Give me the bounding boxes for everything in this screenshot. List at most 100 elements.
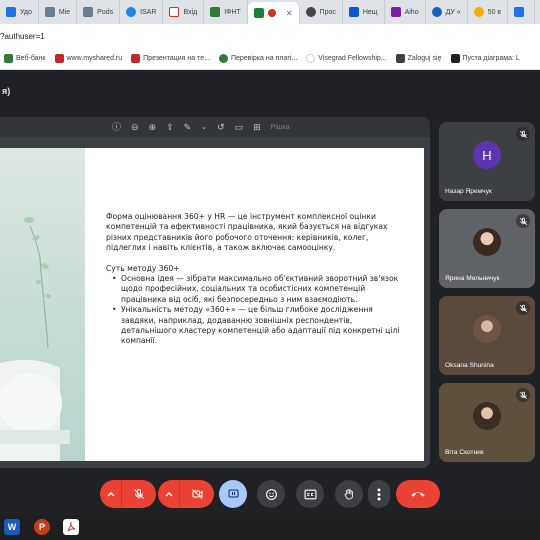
mic-off-button[interactable] xyxy=(122,480,156,508)
draw-icon[interactable]: ✎ xyxy=(184,122,192,132)
tab-favicon-icon xyxy=(431,7,442,17)
pdf-toolbar: ⓘ ⊖ ⊕ ⇪ ✎ ⌄ ↺ ▭ ⊞ Рішка xyxy=(0,117,430,137)
bookmark-item[interactable]: Веб-банк xyxy=(4,54,46,63)
emoji-button[interactable] xyxy=(257,480,285,508)
slide-page: Форма оцінювання 360+ у HR — це інструме… xyxy=(85,148,424,461)
avatar xyxy=(473,402,501,430)
tab-favicon-icon xyxy=(348,7,359,17)
browser-tab[interactable]: Pods xyxy=(77,0,121,24)
bookmark-item[interactable]: Zaloguj się xyxy=(395,54,442,63)
captions-button[interactable] xyxy=(296,480,324,508)
recording-icon xyxy=(267,9,276,17)
browser-tab[interactable]: Mie xyxy=(39,0,78,24)
bookmark-item[interactable]: Перевірка на плагі... xyxy=(218,54,297,63)
mic-off-icon xyxy=(516,388,530,402)
camera-off-icon xyxy=(191,489,202,499)
tab-favicon-icon xyxy=(514,7,525,17)
slide-subheading: Суть методу 360+ xyxy=(106,263,180,273)
bookmark-item[interactable]: Пуста діаграма: L xyxy=(450,54,520,63)
tab-favicon-icon xyxy=(126,7,137,17)
leave-call-button[interactable] xyxy=(396,480,440,508)
open-with-button[interactable]: Рішка xyxy=(271,124,290,131)
zoom-out-icon[interactable]: ⊖ xyxy=(131,122,139,132)
avatar xyxy=(473,315,501,343)
present-button[interactable] xyxy=(219,480,247,508)
info-icon[interactable]: ⓘ xyxy=(112,122,121,132)
participant-name: Віта Скотник xyxy=(445,449,484,456)
close-tab-icon[interactable]: ✕ xyxy=(286,9,293,18)
meet-header: я) xyxy=(0,71,540,111)
tab-favicon-icon xyxy=(305,7,316,17)
slide-paragraph: Форма оцінювання 360+ у HR — це інструме… xyxy=(106,212,388,253)
present-icon xyxy=(228,489,238,498)
browser-tab[interactable]: ДУ « xyxy=(426,0,468,24)
share-icon[interactable]: ⇪ xyxy=(166,122,174,132)
loading-icon xyxy=(306,54,316,63)
powerpoint-app-icon[interactable]: P xyxy=(34,519,50,535)
mic-off-icon xyxy=(516,214,530,228)
pdf-icon xyxy=(67,521,76,532)
comment-icon[interactable]: ▭ xyxy=(235,122,244,132)
lock-icon xyxy=(395,54,405,63)
browser-tab[interactable]: Удо xyxy=(0,0,39,24)
slide-text-block: Форма оцінювання 360+ у HR — це інструме… xyxy=(106,212,401,347)
camera-off-button[interactable] xyxy=(180,480,214,508)
participant-tile[interactable]: Ярина Мельничук xyxy=(439,209,535,288)
presentation-title: я) xyxy=(2,86,11,96)
mic-off-icon xyxy=(516,301,530,315)
browser-tab[interactable]: Aiho xyxy=(385,0,426,24)
tab-favicon-icon xyxy=(44,7,55,17)
browser-tab[interactable]: 50 в xyxy=(468,0,509,24)
browser-tab[interactable]: ISAR xyxy=(120,0,164,24)
zoom-in-icon[interactable]: ⊕ xyxy=(149,122,157,132)
mic-off-icon xyxy=(134,488,144,499)
bank-icon xyxy=(4,54,13,63)
browser-tab[interactable] xyxy=(508,0,536,24)
undo-icon[interactable]: ↺ xyxy=(217,122,225,132)
camera-control-group xyxy=(158,480,214,508)
tab-favicon-icon xyxy=(6,7,16,17)
browser-tab[interactable]: Вхід xyxy=(163,0,205,24)
slides-icon xyxy=(54,54,64,63)
tab-favicon-icon xyxy=(210,7,221,17)
url-text[interactable]: ?authuser=1 xyxy=(0,32,45,41)
captions-icon xyxy=(304,489,316,499)
pdf-app-icon[interactable] xyxy=(63,519,79,535)
bookmark-item[interactable]: Visegrad Fellowship... xyxy=(306,54,387,63)
participant-name: Назар Яремчук xyxy=(445,188,492,195)
avatar xyxy=(473,228,501,256)
participant-name: Ярина Мельничук xyxy=(445,275,500,282)
participant-tile[interactable]: H Назар Яремчук xyxy=(439,122,535,201)
bookmark-item[interactable]: Презентация на те... xyxy=(131,54,210,63)
browser-tab[interactable]: Нещ xyxy=(343,0,385,24)
tab-favicon-icon xyxy=(390,7,401,17)
chevron-up-icon[interactable] xyxy=(158,480,180,508)
participant-tile[interactable]: Віта Скотник xyxy=(439,383,535,462)
slide-bullet-list: Основна ідея — зібрати максимально об'єк… xyxy=(106,274,401,347)
browser-tab[interactable]: Прос xyxy=(300,0,343,24)
plant-illustration xyxy=(0,217,70,461)
more-options-button[interactable] xyxy=(368,480,390,508)
slides-icon xyxy=(131,54,141,63)
participant-tile[interactable]: Oksana Shunina xyxy=(439,296,535,375)
lucidchart-icon xyxy=(450,54,460,63)
word-app-icon[interactable]: W xyxy=(4,519,20,535)
raise-hand-button[interactable] xyxy=(335,480,363,508)
emoji-icon xyxy=(265,488,277,500)
chevron-up-icon[interactable] xyxy=(100,480,122,508)
meet-icon xyxy=(253,8,264,18)
presentation-stage: ⓘ ⊖ ⊕ ⇪ ✎ ⌄ ↺ ▭ ⊞ Рішка Форма оцінювання… xyxy=(0,117,430,468)
tab-favicon-icon xyxy=(473,7,484,17)
comment-add-icon[interactable]: ⊞ xyxy=(253,122,261,132)
slide-decorative-photo xyxy=(0,148,85,461)
bookmark-item[interactable]: www.myshared.ru xyxy=(54,54,122,63)
browser-tab[interactable]: ІФНТ xyxy=(204,0,248,24)
browser-tab-active[interactable]: ✕ xyxy=(247,2,300,24)
address-bar[interactable]: ?authuser=1 xyxy=(0,24,540,48)
bookmarks-bar: Веб-банк www.myshared.ru Презентация на … xyxy=(0,48,540,70)
slide-bullet: Основна ідея — зібрати максимально об'єк… xyxy=(106,274,401,305)
hangup-icon xyxy=(411,492,425,497)
chevron-down-icon[interactable]: ⌄ xyxy=(201,124,207,131)
browser-tab-strip: Удо Mie Pods ISAR Вхід ІФНТ ✕ Прос Нещ A… xyxy=(0,0,540,24)
mic-control-group xyxy=(100,480,156,508)
